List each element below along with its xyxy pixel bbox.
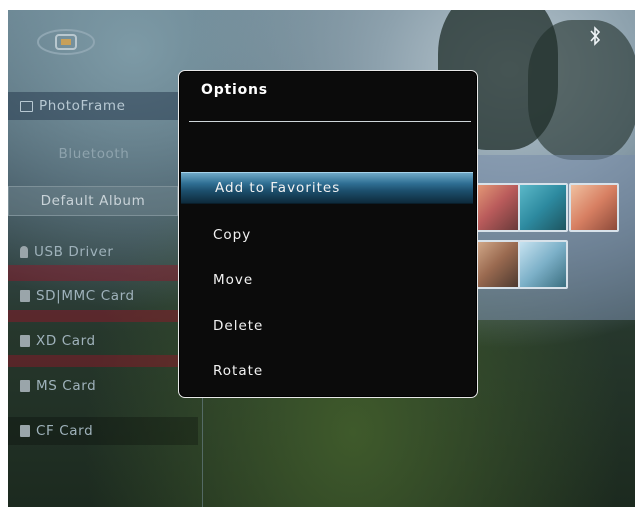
card-icon: [20, 380, 30, 392]
thumbnail[interactable]: [518, 240, 568, 289]
options-dialog: Options Add to Favorites Copy Move Delet…: [178, 70, 478, 398]
decorative-band: [8, 355, 204, 367]
background-tree: [528, 20, 635, 160]
menu-item-copy[interactable]: Copy: [179, 219, 477, 251]
menu-item-label: Copy: [213, 227, 252, 243]
sidebar-item-photoframe[interactable]: PhotoFrame: [8, 92, 180, 120]
menu-item-label: Rotate: [213, 363, 264, 379]
sidebar-item-label: Default Album: [40, 193, 146, 209]
thumbnail-strip: [468, 155, 635, 320]
card-icon: [20, 290, 30, 302]
sidebar-item-sd-mmc-card[interactable]: SD|MMC Card: [8, 282, 180, 310]
sidebar-item-label: PhotoFrame: [39, 98, 126, 114]
menu-item-move[interactable]: Move: [179, 264, 477, 296]
dialog-title: Options: [201, 82, 268, 98]
sidebar-item-usb-driver[interactable]: USB Driver: [8, 238, 180, 266]
menu-item-add-to-favorites[interactable]: Add to Favorites: [181, 172, 473, 204]
menu-item-label: Delete: [213, 318, 264, 334]
usb-icon: [20, 246, 28, 258]
card-icon: [20, 335, 30, 347]
decorative-band: [8, 265, 204, 281]
sidebar-item-cf-card[interactable]: CF Card: [8, 417, 198, 445]
sidebar-item-default-album[interactable]: Default Album: [8, 186, 178, 216]
menu-item-delete[interactable]: Delete: [179, 310, 477, 342]
sidebar-item-label: CF Card: [36, 423, 94, 439]
dialog-divider: [189, 121, 471, 122]
thumbnail[interactable]: [569, 183, 619, 232]
thumbnail[interactable]: [518, 183, 568, 232]
sidebar-item-label: XD Card: [36, 333, 96, 349]
photo-frame-screen: PhotoFrame Bluetooth Default Album USB D…: [8, 10, 635, 507]
sidebar-item-ms-card[interactable]: MS Card: [8, 372, 180, 400]
sidebar-item-xd-card[interactable]: XD Card: [8, 327, 180, 355]
card-icon: [20, 425, 30, 437]
photoframe-icon: [20, 100, 33, 112]
photoframe-logo-icon: [37, 29, 95, 55]
sidebar-item-label: Bluetooth: [58, 146, 130, 162]
sidebar-item-label: MS Card: [36, 378, 97, 394]
menu-item-label: Add to Favorites: [215, 180, 341, 196]
decorative-band: [8, 310, 204, 322]
bluetooth-icon: [589, 26, 601, 51]
sidebar-item-bluetooth[interactable]: Bluetooth: [8, 140, 180, 168]
menu-item-rotate[interactable]: Rotate: [179, 355, 477, 387]
menu-item-label: Move: [213, 272, 254, 288]
sidebar-item-label: USB Driver: [34, 244, 114, 260]
sidebar-item-label: SD|MMC Card: [36, 288, 135, 304]
